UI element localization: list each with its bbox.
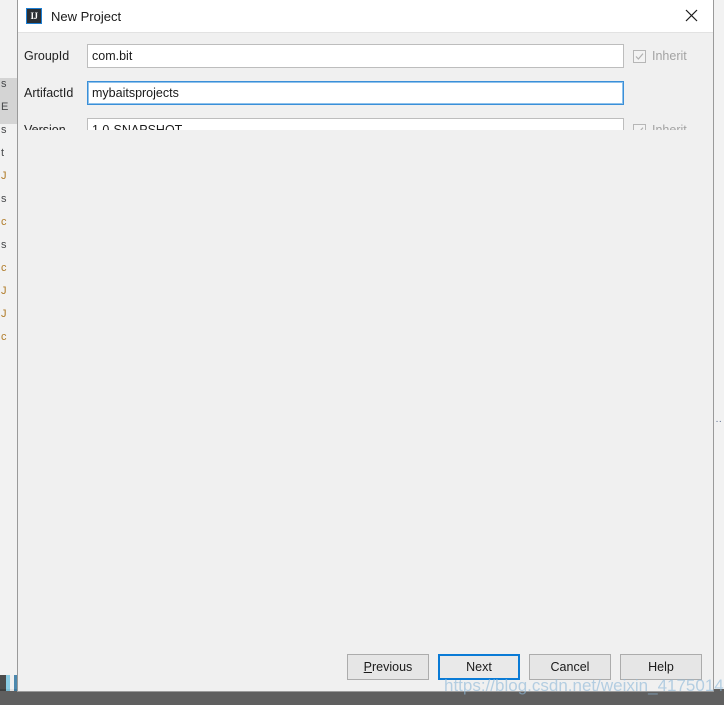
groupid-inherit-label: Inherit: [652, 49, 687, 63]
background-tree-item: c: [1, 262, 7, 274]
previous-button-mnemonic: P: [363, 660, 373, 674]
groupid-inherit-group[interactable]: Inherit: [633, 49, 713, 63]
background-tree-item: E: [0, 101, 18, 124]
previous-button[interactable]: Previous: [347, 654, 429, 680]
groupid-row: GroupId Inherit: [18, 41, 713, 71]
background-right-strip: ··: [713, 78, 724, 690]
close-icon[interactable]: [669, 0, 713, 31]
groupid-label: GroupId: [24, 49, 70, 63]
artifactid-row: ArtifactId: [18, 78, 713, 108]
next-button-label: Next: [466, 660, 492, 674]
background-tree-item: t: [1, 147, 5, 159]
screen: s E s t J s c s c J J c ·· IJ New Projec…: [0, 0, 724, 705]
background-right-marker: ··: [715, 416, 722, 427]
intellij-idea-icon: IJ: [26, 8, 42, 24]
previous-button-label: revious: [372, 660, 413, 674]
next-button[interactable]: Next: [438, 654, 520, 680]
help-button-label: Help: [648, 660, 674, 674]
dialog-footer: Previous Next Cancel Help: [18, 643, 713, 691]
background-tree-item: c: [1, 216, 7, 228]
intellij-idea-icon-label: IJ: [30, 10, 38, 21]
artifactid-input[interactable]: [87, 81, 624, 105]
background-tree-item: s: [0, 78, 18, 101]
background-tree-item: J: [1, 170, 7, 182]
dialog-titlebar: IJ New Project: [18, 0, 713, 33]
background-tree-item: c: [1, 331, 7, 343]
background-tree-item: s: [1, 239, 7, 251]
groupid-input[interactable]: [87, 44, 624, 68]
artifactid-label: ArtifactId: [24, 86, 74, 100]
cancel-button[interactable]: Cancel: [529, 654, 611, 680]
dialog-title: New Project: [51, 8, 122, 24]
help-button[interactable]: Help: [620, 654, 702, 680]
background-tree-item: s: [1, 124, 7, 136]
background-tree-item: J: [1, 285, 7, 297]
dialog-content-area: [18, 130, 713, 643]
new-project-dialog: IJ New Project GroupId com.bit Inherit A…: [17, 0, 714, 692]
background-tree-item: s: [1, 193, 7, 205]
groupid-inherit-checkbox[interactable]: [633, 49, 646, 63]
background-tree-item: J: [1, 308, 7, 320]
cancel-button-label: Cancel: [550, 660, 590, 674]
